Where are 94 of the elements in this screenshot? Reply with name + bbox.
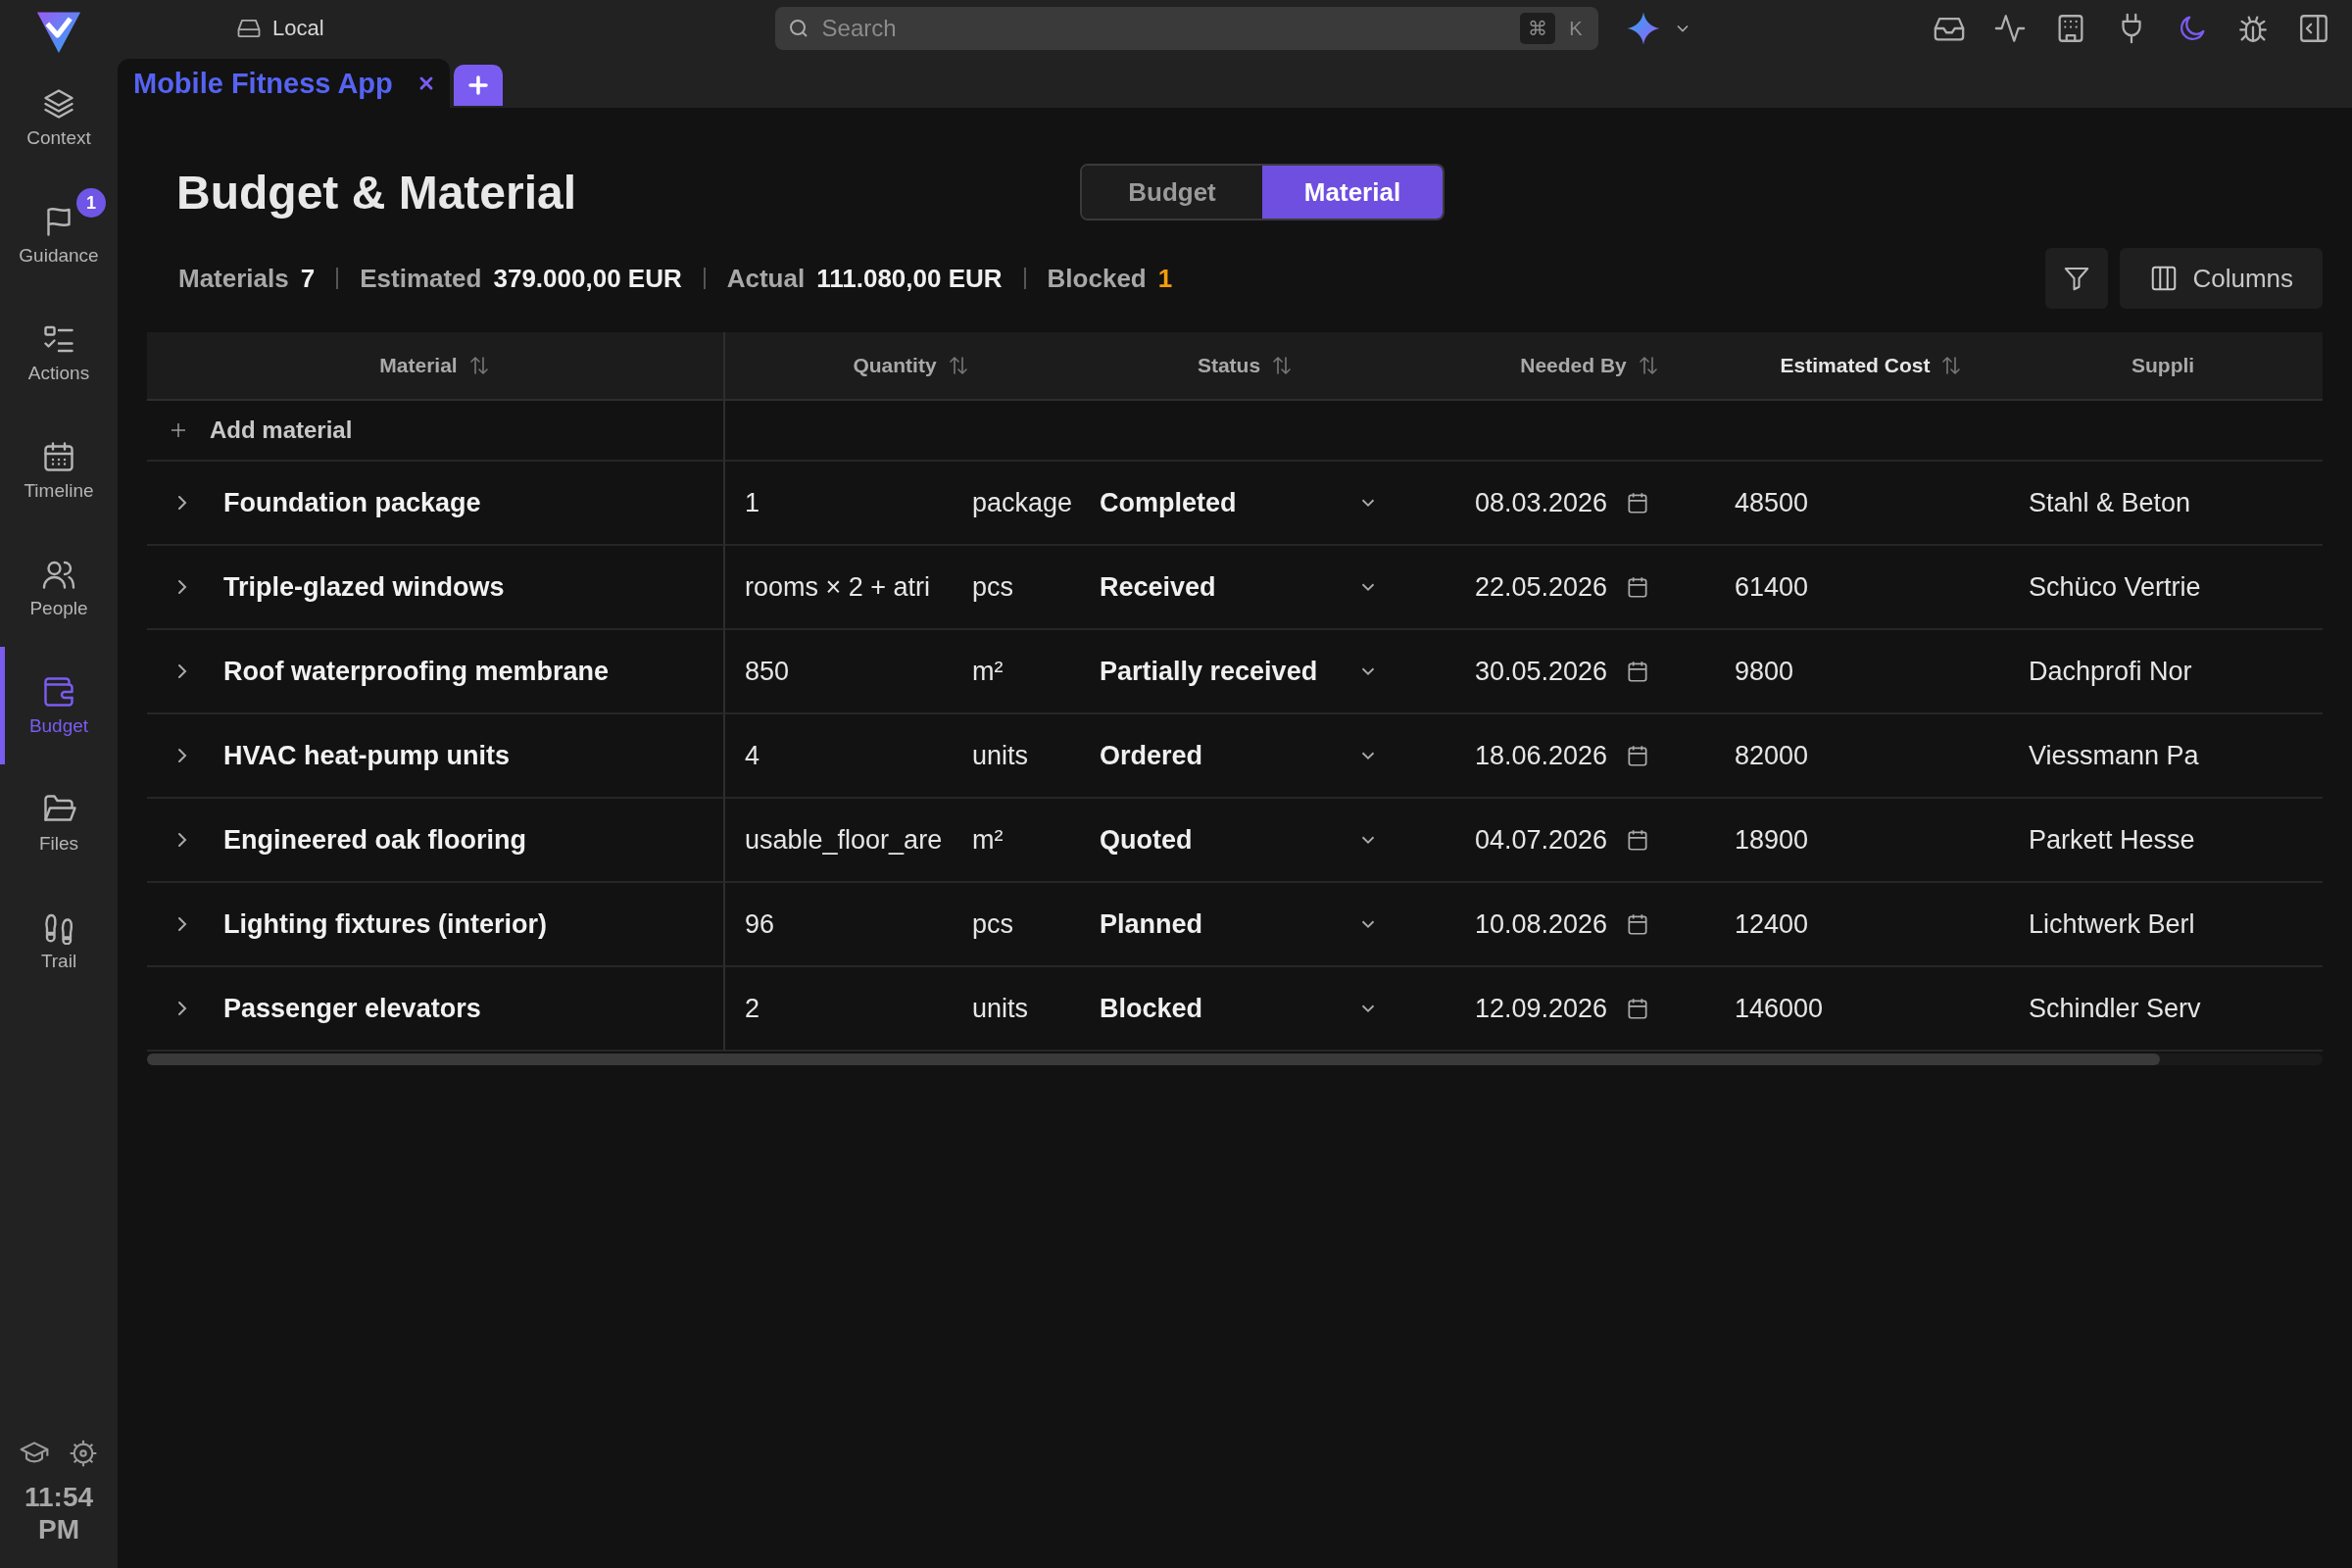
quantity-value[interactable]: usable_floor_are [745,824,951,856]
date-field[interactable]: 30.05.2026 [1475,656,1651,687]
shortcut-key: K [1565,15,1587,42]
columns-button[interactable]: Columns [2120,248,2323,309]
quantity-value[interactable]: rooms × 2 + atri [745,571,951,603]
supplier-name[interactable]: Lichtwerk Berl [2029,908,2195,940]
activity-icon[interactable] [1993,12,2027,45]
horizontal-scrollbar[interactable] [147,1054,2323,1065]
status-dropdown[interactable]: Planned [1100,908,1379,940]
material-name: Lighting fixtures (interior) [223,908,547,940]
date-field[interactable]: 08.03.2026 [1475,487,1651,518]
new-tab-button[interactable] [453,65,503,106]
view-tab[interactable]: Material [1262,166,1443,219]
quantity-value[interactable]: 850 [745,656,951,687]
sidebar-item[interactable]: Files [0,764,118,882]
wallet-icon [41,674,76,710]
unit-value[interactable]: m² [972,824,1004,856]
column-header[interactable]: Material [147,332,725,399]
column-header[interactable]: Status [1078,332,1392,399]
column-header[interactable]: Quantity [725,332,1078,399]
material-name: Passenger elevators [223,993,481,1024]
sidebar-item[interactable]: Budget [0,647,118,764]
material-name: Foundation package [223,487,481,518]
column-header[interactable]: Needed By [1392,332,1705,399]
material-name: Roof waterproofing membrane [223,656,610,687]
quantity-value[interactable]: 1 [745,487,951,518]
cost-value[interactable]: 61400 [1735,571,1809,603]
supplier-name[interactable]: Stahl & Beton [2029,487,2191,518]
cost-value[interactable]: 12400 [1735,908,1809,940]
search-field[interactable]: Search ⌘ K [774,7,1598,50]
quantity-value[interactable]: 4 [745,740,951,771]
status-dropdown[interactable]: Ordered [1100,740,1379,771]
status-dropdown[interactable]: Completed [1100,487,1379,518]
cost-value[interactable]: 146000 [1735,993,1824,1024]
sidebar-toggle-icon[interactable] [2297,12,2330,45]
status-dropdown[interactable]: Blocked [1100,993,1379,1024]
supplier-name[interactable]: Schindler Serv [2029,993,2201,1024]
date-field[interactable]: 22.05.2026 [1475,571,1651,603]
unit-value[interactable]: package [972,487,1073,518]
date-field[interactable]: 04.07.2026 [1475,824,1651,856]
stat-label: Actual [726,263,806,294]
unit-value[interactable]: m² [972,656,1004,687]
sidebar-item[interactable]: Guidance 1 [0,176,118,294]
sidebar-item[interactable]: Trail [0,882,118,1000]
cost-value[interactable]: 18900 [1735,824,1809,856]
status-dropdown[interactable]: Quoted [1100,824,1379,856]
notification-badge: 1 [76,188,106,218]
stat-value: 379.000,00 EUR [493,263,682,294]
stat-label: Blocked [1047,263,1147,294]
calendar-icon [41,439,76,474]
material-name: HVAC heat-pump units [223,740,510,771]
quantity-value[interactable]: 2 [745,993,951,1024]
layers-icon [41,86,76,122]
supplier-name[interactable]: Schüco Vertrie [2029,571,2201,603]
cost-value[interactable]: 48500 [1735,487,1809,518]
column-header[interactable]: Suppli [2009,332,2323,399]
clock-time: 11:54 PM [23,1480,95,1546]
sidebar-item[interactable]: Context [0,59,118,176]
quantity-value[interactable]: 96 [745,908,951,940]
column-header[interactable]: Estimated Cost [1705,332,2009,399]
sidebar-item[interactable]: Timeline [0,412,118,529]
material-name: Triple-glazed windows [223,571,505,603]
cost-value[interactable]: 82000 [1735,740,1809,771]
unit-value[interactable]: pcs [972,908,1014,940]
status-dropdown[interactable]: Partially received [1100,656,1379,687]
unit-value[interactable]: pcs [972,571,1014,603]
unit-value[interactable]: units [972,740,1029,771]
date-field[interactable]: 18.06.2026 [1475,740,1651,771]
page-title: Budget & Material [176,165,578,220]
filter-button[interactable] [2045,248,2109,309]
stat-label: Materials [178,263,289,294]
supplier-name[interactable]: Parkett Hesse [2029,824,2195,856]
material-name: Engineered oak flooring [223,824,527,856]
view-tab[interactable]: Budget [1082,166,1262,219]
location-label[interactable]: Local [235,15,324,42]
stat-value: 1 [1157,263,1173,294]
supplier-name[interactable]: Viessmann Pa [2029,740,2199,771]
date-field[interactable]: 10.08.2026 [1475,908,1651,940]
unit-value[interactable]: units [972,993,1029,1024]
document-tab[interactable]: Mobile Fitness App [118,59,450,108]
plus-icon [466,74,490,97]
add-material-button[interactable]: Add material [167,416,353,444]
supplier-name[interactable]: Dachprofi Nor [2029,656,2192,687]
stat-value: 7 [300,263,316,294]
sidebar-item[interactable]: People [0,529,118,647]
sidebar-item[interactable]: Actions [0,294,118,412]
search-input[interactable]: Search [819,14,1511,43]
cost-value[interactable]: 9800 [1735,656,1794,687]
shortcut-key: ⌘ [1520,13,1556,44]
stat-value: 111.080,00 EUR [816,263,1003,294]
tab-title[interactable]: Mobile Fitness App [133,67,393,100]
status-dropdown[interactable]: Received [1100,571,1379,603]
date-field[interactable]: 12.09.2026 [1475,993,1651,1024]
stat-label: Estimated [360,263,482,294]
